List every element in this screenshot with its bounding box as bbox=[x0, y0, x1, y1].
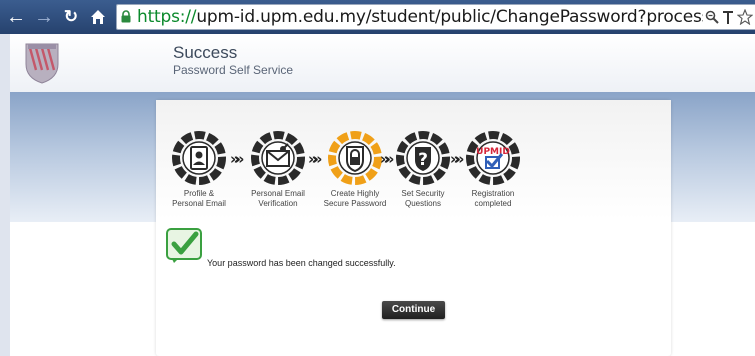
step-label-line2: Verification bbox=[258, 199, 298, 208]
step-label-line1: Set Security bbox=[401, 189, 445, 198]
upmid-check-icon: UPMID bbox=[466, 131, 520, 185]
step-create-password: Create Highly Secure Password bbox=[320, 130, 390, 209]
page-subtitle: Password Self Service bbox=[173, 63, 294, 77]
lock-shield-icon bbox=[328, 131, 382, 185]
page-title: Success bbox=[173, 43, 238, 62]
envelope-icon bbox=[251, 131, 305, 185]
back-icon[interactable]: ← bbox=[4, 5, 28, 29]
home-icon[interactable] bbox=[86, 5, 110, 29]
step-email-verification: Personal Email Verification bbox=[243, 130, 313, 209]
step-arrow-icon: »» bbox=[308, 150, 323, 168]
upm-logo-icon bbox=[25, 43, 59, 84]
browser-toolbar: ← → ↻ https://upm-id.upm.edu.my/student/… bbox=[0, 0, 755, 34]
reload-icon[interactable]: ↻ bbox=[59, 5, 83, 29]
success-check-icon bbox=[166, 228, 202, 263]
svg-text:?: ? bbox=[418, 150, 428, 170]
continue-button[interactable]: Continue bbox=[382, 301, 445, 319]
step-arrow-icon: »» bbox=[230, 150, 245, 168]
step-label-line2: completed bbox=[474, 199, 512, 208]
forward-icon[interactable]: → bbox=[32, 5, 56, 29]
success-message: Your password has been changed successfu… bbox=[207, 258, 396, 268]
content-card: Profile & Personal Email »» Personal Ema… bbox=[156, 100, 671, 356]
step-label-line1: Profile & bbox=[183, 189, 215, 198]
step-profile: Profile & Personal Email bbox=[164, 130, 234, 209]
url-text: https://upm-id.upm.edu.my/student/public… bbox=[137, 7, 755, 27]
address-bar[interactable]: https://upm-id.upm.edu.my/student/public… bbox=[116, 4, 755, 30]
page-header: Success Password Self Service bbox=[10, 34, 755, 92]
zoom-icon[interactable] bbox=[705, 10, 719, 24]
star-icon[interactable] bbox=[737, 9, 754, 25]
step-label-line2: Secure Password bbox=[323, 199, 387, 208]
question-icon: ? bbox=[396, 131, 450, 185]
step-label-line1: Registration bbox=[471, 189, 515, 198]
step-security-questions: ? Set Security Questions bbox=[388, 130, 458, 209]
profile-icon bbox=[172, 131, 226, 185]
left-strip bbox=[0, 34, 10, 356]
step-label-line1: Personal Email bbox=[251, 189, 305, 198]
upmid-badge: UPMID bbox=[476, 147, 510, 157]
step-label-line2: Questions bbox=[404, 199, 442, 208]
font-icon[interactable] bbox=[722, 9, 734, 25]
page: Success Password Self Service Profile & … bbox=[0, 34, 755, 356]
lock-icon bbox=[121, 10, 131, 23]
step-label-line1: Create Highly bbox=[330, 189, 380, 198]
step-registration-completed: UPMID Registration completed bbox=[458, 130, 528, 209]
step-label-line2: Personal Email bbox=[172, 199, 226, 208]
